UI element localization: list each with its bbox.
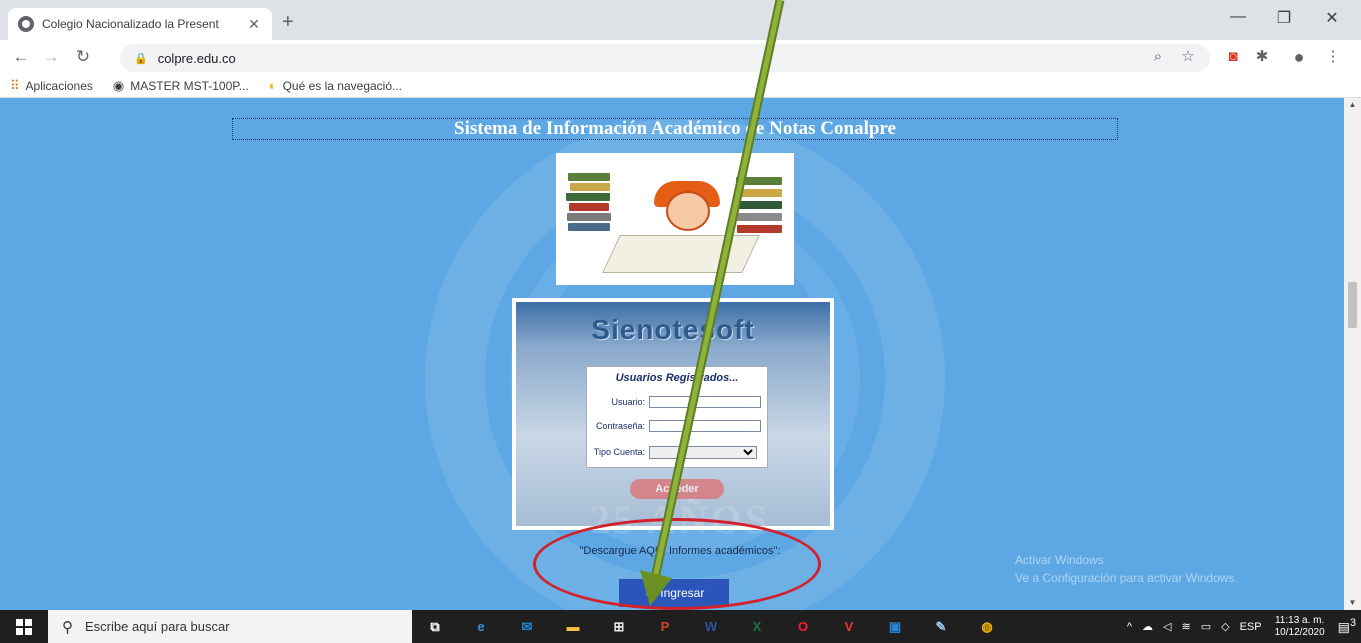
- tray-chevron-icon[interactable]: ^: [1127, 621, 1132, 633]
- browser-tabstrip: Colegio Nacionalizado la Present ✕ + — ❐…: [0, 0, 1361, 40]
- edge-icon[interactable]: e: [458, 610, 504, 643]
- clock-time: 11:13 a. m.: [1274, 614, 1325, 626]
- reload-icon[interactable]: ↻: [72, 47, 94, 67]
- browser-toolbar: ← → ↻ 🔒 colpre.edu.co ⌕ ☆ ◙ ✱ ● ⋮: [0, 40, 1361, 74]
- ingresar-label: Ingresar: [660, 586, 705, 600]
- paint-icon[interactable]: ✎: [918, 610, 964, 643]
- zoom-icon[interactable]: ⌕: [1147, 48, 1169, 66]
- ingresar-button[interactable]: ☻ Ingresar: [619, 579, 729, 607]
- notification-center-icon[interactable]: ▤3: [1338, 617, 1356, 635]
- user-icon: ☻: [643, 586, 657, 600]
- address-url: colpre.edu.co: [157, 50, 236, 66]
- lock-icon: 🔒: [134, 52, 148, 65]
- mail-icon[interactable]: ✉: [504, 610, 550, 643]
- scroll-up-icon[interactable]: ▲: [1344, 98, 1361, 112]
- battery-icon[interactable]: ▭: [1201, 620, 1211, 633]
- chrome-icon[interactable]: ◍: [964, 610, 1010, 643]
- address-bar[interactable]: 🔒 colpre.edu.co: [120, 44, 1210, 72]
- bookmark-aplicaciones[interactable]: ⠿ Aplicaciones: [10, 78, 93, 94]
- restore-icon[interactable]: ❐: [1261, 8, 1307, 28]
- login-form: Usuarios Registrados... Usuario: Contras…: [586, 366, 768, 468]
- page-scrollbar[interactable]: ▲ ▼: [1344, 98, 1361, 610]
- wifi-icon[interactable]: ≋: [1182, 620, 1191, 633]
- tab-close-icon[interactable]: ✕: [246, 16, 262, 33]
- pocket-extension-icon[interactable]: ◙: [1222, 48, 1244, 66]
- activate-windows-watermark: Activar Windows Ve a Configuración para …: [1015, 553, 1238, 585]
- bookmark-navegacion[interactable]: ◐ Qué es la navegació...: [269, 78, 402, 93]
- dropbox-icon[interactable]: ◇: [1221, 620, 1229, 633]
- open-book-graphic: [602, 235, 760, 273]
- store-icon[interactable]: ⊞: [596, 610, 642, 643]
- tab-title: Colegio Nacionalizado la Present: [42, 17, 219, 31]
- language-indicator[interactable]: ESP: [1240, 621, 1262, 633]
- powerpoint-icon[interactable]: P: [642, 610, 688, 643]
- photos-icon[interactable]: ▣: [872, 610, 918, 643]
- word-icon[interactable]: W: [688, 610, 734, 643]
- bookmarks-bar: ⠿ Aplicaciones ◉ MASTER MST-100P... ◐ Qu…: [0, 74, 1361, 98]
- star-bookmark-icon[interactable]: ☆: [1177, 48, 1199, 66]
- scroll-thumb[interactable]: [1348, 282, 1357, 328]
- search-placeholder: Escribe aquí para buscar: [85, 619, 230, 634]
- notification-count: 3: [1349, 617, 1356, 630]
- vivaldi-icon[interactable]: V: [826, 610, 872, 643]
- page-title: Sistema de Información Académico de Nota…: [232, 118, 1118, 140]
- onedrive-icon[interactable]: ☁: [1142, 620, 1153, 633]
- bookmark-site-icon: ◐: [268, 78, 277, 93]
- tipo-cuenta-label: Tipo Cuenta:: [593, 447, 645, 457]
- search-icon: ⚲: [62, 618, 73, 636]
- window-close-icon[interactable]: ✕: [1309, 8, 1355, 28]
- apps-grid-icon: ⠿: [10, 77, 20, 93]
- site-favicon-icon: [18, 16, 34, 32]
- taskbar-search[interactable]: ⚲ Escribe aquí para buscar: [48, 610, 412, 643]
- bookmark-master[interactable]: ◉ MASTER MST-100P...: [113, 78, 249, 94]
- volume-icon[interactable]: ◁: [1163, 620, 1171, 633]
- page-viewport: Sistema de Información Académico de Nota…: [0, 98, 1361, 610]
- tipo-cuenta-select[interactable]: [649, 445, 757, 459]
- download-reports-link[interactable]: "Descargue AQUÍ Informes académicos":: [470, 545, 890, 557]
- usuario-label: Usuario:: [611, 397, 645, 407]
- form-title: Usuarios Registrados...: [615, 372, 739, 384]
- usuario-input[interactable]: [649, 396, 761, 408]
- minimize-icon[interactable]: —: [1215, 8, 1261, 26]
- extensions-puzzle-icon[interactable]: ✱: [1251, 48, 1273, 66]
- taskbar-clock[interactable]: 11:13 a. m. 10/12/2020: [1275, 615, 1325, 639]
- password-label: Contraseña:: [595, 421, 645, 431]
- system-tray: ^ ☁ ◁ ≋ ▭ ◇ ESP 11:13 a. m. 10/12/2020 ▤…: [1122, 610, 1361, 643]
- password-input[interactable]: [649, 420, 761, 432]
- anniversary-watermark: 25 AÑOS: [590, 497, 770, 542]
- task-view-icon[interactable]: ⧉: [412, 610, 458, 643]
- windows-taskbar: ⚲ Escribe aquí para buscar ⧉ e ✉ ▬ ⊞ P W…: [0, 610, 1361, 643]
- profile-avatar-icon[interactable]: ●: [1288, 48, 1310, 66]
- opera-icon[interactable]: O: [780, 610, 826, 643]
- new-tab-button[interactable]: +: [282, 12, 294, 32]
- forward-arrow-icon[interactable]: →: [40, 47, 62, 67]
- scroll-down-icon[interactable]: ▼: [1344, 596, 1361, 610]
- app-brand-logo: Sienotesoft: [591, 314, 755, 345]
- clock-date: 10/12/2020: [1274, 626, 1325, 638]
- browser-tab[interactable]: Colegio Nacionalizado la Present ✕: [8, 8, 272, 40]
- girl-face-graphic: [666, 191, 710, 231]
- back-arrow-icon[interactable]: ←: [10, 47, 32, 67]
- excel-icon[interactable]: X: [734, 610, 780, 643]
- menu-kebab-icon[interactable]: ⋮: [1322, 48, 1344, 66]
- windows-logo-icon: [16, 618, 32, 635]
- file-explorer-icon[interactable]: ▬: [550, 610, 596, 643]
- globe-icon: ◉: [112, 77, 125, 93]
- start-button[interactable]: [0, 610, 48, 643]
- student-illustration: [556, 153, 794, 285]
